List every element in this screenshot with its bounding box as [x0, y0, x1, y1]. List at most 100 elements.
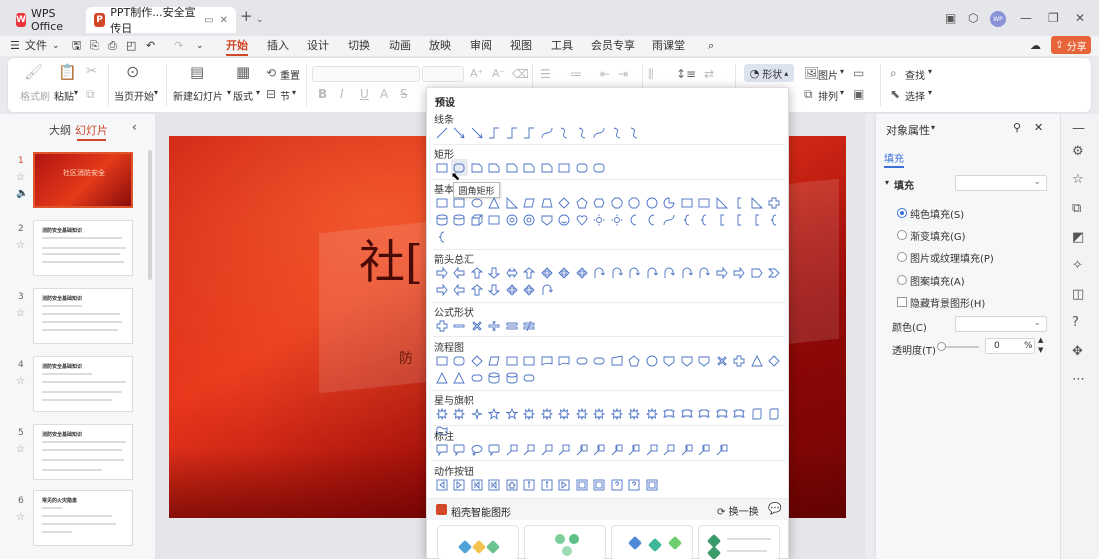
cross4-shape-icon[interactable] [556, 264, 574, 281]
picture-label[interactable]: 图片 [818, 67, 838, 82]
file-menu[interactable]: 文件 [25, 38, 47, 54]
uarrow-shape-icon[interactable] [521, 264, 539, 281]
callline-shape-icon[interactable] [661, 441, 679, 458]
help-icon[interactable]: ? [1072, 316, 1079, 330]
smart-graphic-template[interactable] [698, 525, 780, 559]
cross4-shape-icon[interactable] [538, 264, 556, 281]
canvas-scrollbar[interactable] [866, 114, 872, 559]
star5-shape-icon[interactable] [503, 405, 521, 422]
slide-subtitle[interactable]: 防 [399, 348, 413, 368]
donut-shape-icon[interactable] [503, 211, 521, 228]
new-slide-icon[interactable]: ▤ [190, 64, 204, 80]
play-chevron-icon[interactable]: ▾ [154, 88, 158, 97]
callbar-shape-icon[interactable] [608, 441, 626, 458]
bold-icon[interactable]: B [318, 86, 327, 102]
ribbon-shape-icon[interactable] [696, 405, 714, 422]
print-icon[interactable]: ⎙ [108, 38, 117, 54]
tab-list-chevron-icon[interactable]: ⌄ [256, 13, 264, 27]
tab-tools[interactable]: 工具 [551, 38, 573, 54]
can-shape-icon[interactable] [451, 211, 469, 228]
plus-shape-icon[interactable] [731, 352, 749, 369]
section-label[interactable]: 节 [280, 88, 290, 103]
para-shape-icon[interactable] [486, 352, 504, 369]
tri-shape-icon[interactable] [451, 369, 469, 386]
section-chevron-icon[interactable]: ▾ [292, 88, 296, 97]
btnbeg-shape-icon[interactable] [486, 476, 504, 493]
btnq-shape-icon[interactable] [626, 476, 644, 493]
slide-thumbnail-4[interactable]: 消防安全基础知识 [33, 356, 133, 412]
quick-access-chevron-icon[interactable]: ⌄ [196, 38, 204, 54]
octa-shape-icon[interactable] [626, 194, 644, 211]
callline-shape-icon[interactable] [643, 441, 661, 458]
gradient-fill-radio[interactable] [897, 230, 907, 240]
picture-fill-label[interactable]: 图片或纹理填充(P) [910, 250, 994, 265]
snip-shape-icon[interactable] [468, 159, 486, 176]
slide-thumbnail-5[interactable]: 消防安全基础知识 [33, 424, 133, 480]
audio-icon[interactable]: 🔈 [16, 188, 28, 199]
star-icon[interactable]: ☆ [16, 172, 25, 183]
brace-shape-icon[interactable] [678, 211, 696, 228]
sun-shape-icon[interactable] [591, 211, 609, 228]
snip-shape-icon[interactable] [486, 159, 504, 176]
sun-shape-icon[interactable] [608, 211, 626, 228]
tab-fill[interactable]: 填充 [884, 150, 904, 168]
outdent-icon[interactable]: ⇥ [618, 66, 628, 82]
uturn-shape-icon[interactable] [626, 264, 644, 281]
font-name-select[interactable] [312, 66, 420, 82]
stepper-down-icon[interactable]: ▼ [1038, 346, 1043, 354]
tab-window-icon[interactable]: ▭ [204, 15, 213, 26]
callbar-shape-icon[interactable] [696, 441, 714, 458]
rect-shape-icon[interactable] [433, 352, 451, 369]
snip-shape-icon[interactable] [521, 159, 539, 176]
pin-icon[interactable]: ⚲ [1013, 121, 1021, 134]
can-shape-icon[interactable] [433, 211, 451, 228]
cube-icon[interactable]: ⬡ [968, 11, 978, 25]
gradient-fill-label[interactable]: 渐变填充(G) [910, 228, 966, 243]
slide-thumbnail-3[interactable]: 消防安全基础知识 [33, 288, 133, 344]
layout-grid-icon[interactable]: ▦ [236, 64, 250, 80]
arrange-label[interactable]: 排列 [818, 88, 838, 103]
rect-shape-icon[interactable] [433, 194, 451, 211]
smart-graphic-template[interactable] [524, 525, 606, 559]
uturn-shape-icon[interactable] [538, 281, 556, 298]
circle-shape-icon[interactable] [643, 352, 661, 369]
btninfo-shape-icon[interactable] [538, 476, 556, 493]
btnback-shape-icon[interactable] [433, 476, 451, 493]
fterm-shape-icon[interactable] [521, 369, 539, 386]
burst-shape-icon[interactable] [451, 405, 469, 422]
section-icon[interactable]: ⊟ [266, 86, 276, 102]
moon-shape-icon[interactable] [643, 211, 661, 228]
penta-shape-icon[interactable] [573, 194, 591, 211]
bracket-shape-icon[interactable] [731, 211, 749, 228]
search-icon[interactable]: ⌕ [708, 38, 714, 54]
picture-fill-radio[interactable] [897, 252, 907, 262]
collapse-panel-icon[interactable]: ‹ [132, 120, 137, 134]
italic-icon[interactable]: I [340, 86, 344, 102]
transparency-input[interactable]: 0 % [985, 338, 1035, 354]
rarrow-shape-icon[interactable] [433, 264, 451, 281]
tab-review[interactable]: 审阅 [470, 38, 492, 54]
circle-shape-icon[interactable] [643, 194, 661, 211]
find-chevron-icon[interactable]: ▾ [928, 67, 932, 76]
new-slide-label[interactable]: 新建幻灯片 [173, 88, 223, 103]
btnblank-shape-icon[interactable] [573, 476, 591, 493]
rect-shape-icon[interactable] [556, 159, 574, 176]
burst-shape-icon[interactable] [556, 405, 574, 422]
play-icon[interactable]: ⊙ [126, 64, 139, 80]
hexa-shape-icon[interactable] [591, 194, 609, 211]
font-grow-icon[interactable]: A⁺ [470, 66, 483, 82]
elbow-shape-icon[interactable] [486, 124, 504, 141]
rrect-shape-icon[interactable] [573, 159, 591, 176]
star-icon[interactable]: ☆ [16, 240, 25, 251]
uturn-shape-icon[interactable] [608, 264, 626, 281]
callbar-shape-icon[interactable] [626, 441, 644, 458]
callcloud-shape-icon[interactable] [468, 441, 486, 458]
uturn-shape-icon[interactable] [696, 264, 714, 281]
diamond-shape-icon[interactable] [556, 194, 574, 211]
avatar[interactable]: WP [990, 11, 1006, 27]
smile-shape-icon[interactable] [556, 211, 574, 228]
arrow-shape-icon[interactable] [468, 124, 486, 141]
uturn-shape-icon[interactable] [643, 264, 661, 281]
slide-thumbnail-2[interactable]: 消防安全基础知识 [33, 220, 133, 276]
burst-shape-icon[interactable] [433, 405, 451, 422]
